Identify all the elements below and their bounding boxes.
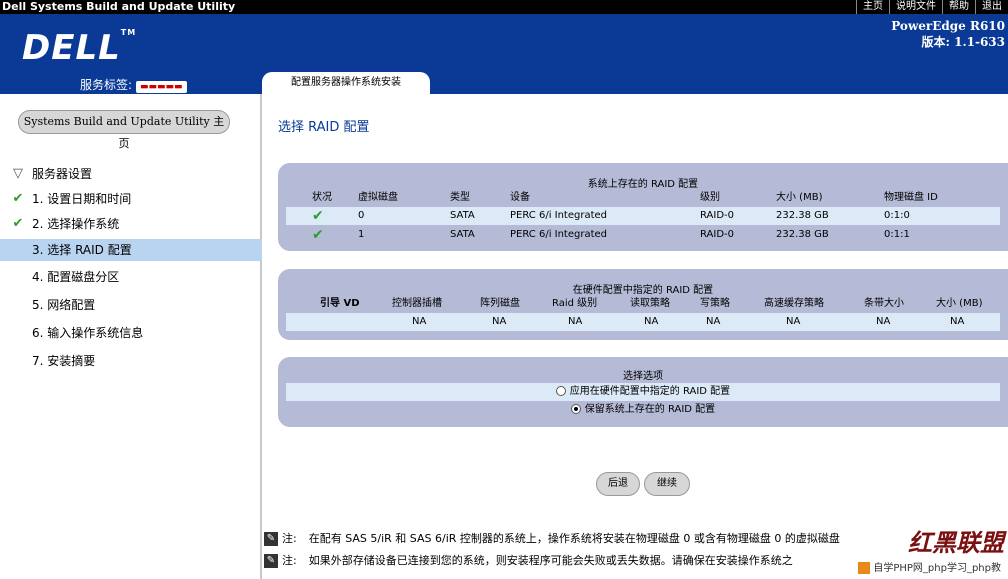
existing-raid-title: 系统上存在的 RAID 配置 [587,179,699,190]
sidebar-item-select-os[interactable]: ✔ 2. 选择操作系统 [0,213,262,235]
hardware-raid-panel: 在硬件配置中指定的 RAID 配置 引导 VD 控制器插槽 阵列磁盘 Raid … [278,269,1008,340]
home-button[interactable]: Systems Build and Update Utility 主页 [18,110,230,150]
service-tag-value: ▬▬▬▬▬ [136,81,187,93]
app-title: Dell Systems Build and Update Utility [2,0,236,13]
top-link-home[interactable]: 主页 [856,0,889,14]
php-logo-icon [858,562,871,574]
back-button[interactable]: 后退 [596,472,640,496]
page-title: 选择 RAID 配置 [278,120,370,135]
dell-logo: DELLTM [22,28,137,68]
service-tag: 服务标签: ▬▬▬▬▬ [80,76,187,93]
model-info: PowerEdge R610 版本: 1.1-633 [891,18,1005,50]
hardware-raid-header: 引导 VD 控制器插槽 阵列磁盘 Raid 级别 读取策略 写策略 高速缓存策略… [320,298,983,309]
top-link-docs[interactable]: 说明文件 [889,0,942,14]
sidebar: Systems Build and Update Utility 主页 ▽ 服务… [0,94,262,579]
watermark-sub: 自学PHP网_php学习_php教 [855,558,1004,575]
sidebar-section-server-setup[interactable]: ▽ 服务器设置 [0,163,262,185]
checkmark-icon: ✔ [312,208,324,224]
existing-raid-panel: 系统上存在的 RAID 配置 状况 虚拟磁盘 类型 设备 级别 大小 (MB) … [278,163,1008,251]
top-link-exit[interactable]: 退出 [975,0,1008,14]
main-content: 选择 RAID 配置 系统上存在的 RAID 配置 状况 虚拟磁盘 类型 设备 … [264,94,1008,579]
radio-button[interactable] [555,386,566,396]
sidebar-item-network[interactable]: 5. 网络配置 [0,294,262,316]
sidebar-item-os-info[interactable]: 6. 输入操作系统信息 [0,322,262,344]
radio-button-selected[interactable] [570,404,581,414]
model-name: PowerEdge R610 [891,19,1005,33]
sidebar-item-partition[interactable]: 4. 配置磁盘分区 [0,266,262,288]
watermark: 红黑联盟 自学PHP网_php学习_php教 [855,523,1004,575]
service-tag-label: 服务标签: [80,78,133,92]
note-pencil-icon: ✎ [264,532,278,546]
sidebar-item-summary[interactable]: 7. 安装摘要 [0,350,262,372]
next-button[interactable]: 继续 [644,472,690,496]
table-row[interactable]: ✔ 1 SATA PERC 6/i Integrated RAID-0 232.… [286,226,1000,244]
option-apply-hardware[interactable]: 应用在硬件配置中指定的 RAID 配置 [286,383,1000,401]
watermark-title: 红黑联盟 [908,528,1004,557]
top-link-help[interactable]: 帮助 [942,0,975,14]
version: 版本: 1.1-633 [921,35,1005,49]
top-links: 主页 说明文件 帮助 退出 [856,0,1008,14]
checkmark-icon: ✔ [12,216,24,231]
checkmark-icon: ✔ [312,227,324,243]
sidebar-item-date-time[interactable]: ✔ 1. 设置日期和时间 [0,188,262,210]
title-bar: Dell Systems Build and Update Utility 主页… [0,0,1008,14]
tab-configure-os[interactable]: 配置服务器操作系统安装 [262,72,430,94]
sidebar-item-raid[interactable]: 3. 选择 RAID 配置 [0,239,262,261]
header: DELLTM 服务标签: ▬▬▬▬▬ PowerEdge R610 版本: 1.1… [0,14,1008,94]
checkmark-icon: ✔ [12,191,24,206]
options-panel: 选择选项 应用在硬件配置中指定的 RAID 配置 保留系统上存在的 RAID 配… [278,357,1008,427]
table-row[interactable]: NA NA NA NA NA NA NA NA [286,313,1000,331]
table-row[interactable]: ✔ 0 SATA PERC 6/i Integrated RAID-0 232.… [286,207,1000,225]
expand-triangle-icon: ▽ [13,166,23,181]
hardware-raid-title: 在硬件配置中指定的 RAID 配置 [572,285,714,296]
option-keep-existing[interactable]: 保留系统上存在的 RAID 配置 [286,401,1000,419]
note-pencil-icon: ✎ [264,554,278,568]
existing-raid-header: 状况 虚拟磁盘 类型 设备 级别 大小 (MB) 物理磁盘 ID [312,192,938,203]
options-title: 选择选项 [623,371,663,382]
